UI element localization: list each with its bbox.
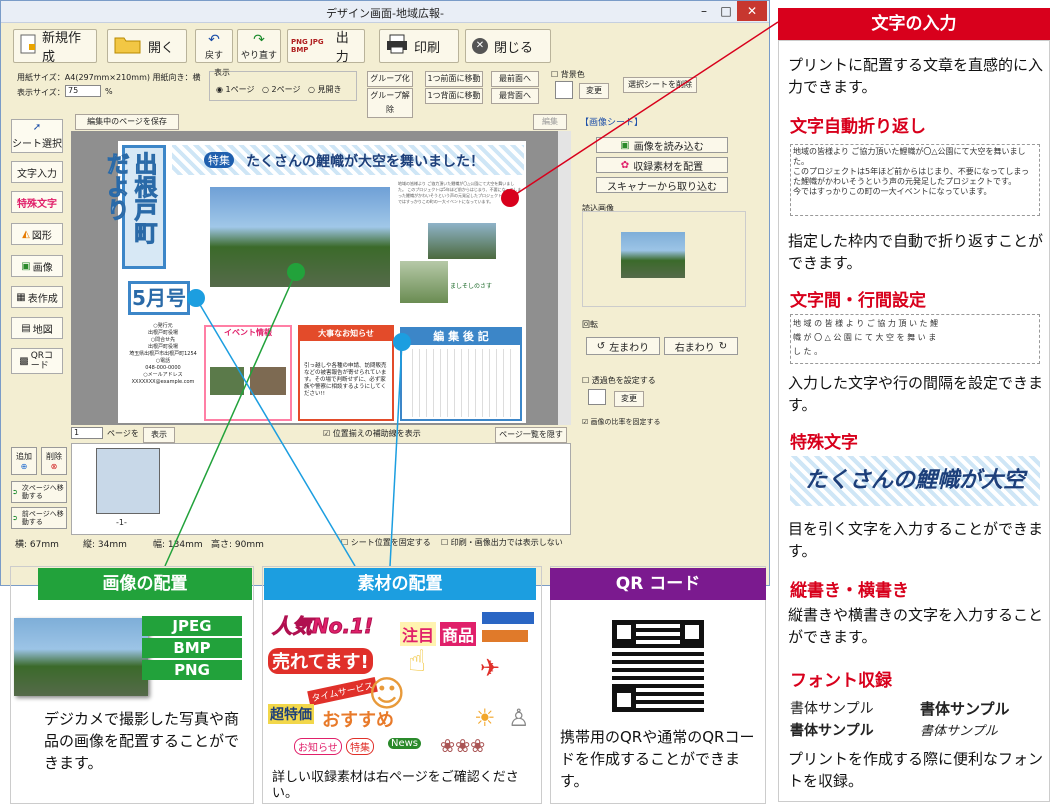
special-sample: たくさんの鯉幟が大空: [790, 456, 1040, 506]
red-connector: [509, 21, 779, 199]
red-marker: [501, 189, 519, 207]
sun-icon: ☀: [474, 704, 496, 732]
airplane-icon: ✈: [480, 654, 501, 682]
wrap-header: 文字自動折り返し: [790, 117, 926, 137]
png-label: PNG: [142, 660, 242, 680]
tooth-icon: ♙: [508, 704, 530, 732]
material-word-4: 売れてます!: [268, 648, 373, 674]
material-body: 詳しい収録素材は右ページをご確認ください。: [272, 770, 519, 801]
spacing-header: 文字間・行間設定: [790, 291, 926, 311]
spacing-body: 入力した文字や行の間隔を設定できます。: [788, 374, 1044, 414]
material-collage: 人気No.1! 注目 商品 売れてます! ☝ ✈ タイムサービス ☺ 超特価 お…: [268, 604, 538, 768]
text-input-body: プリントに配置する文章を直感的に入力できます。: [788, 56, 1044, 96]
spacing-sample: 地 域 の 皆 様 よ り ご 協 力 頂 い た 鯉 幟 が 〇 △ 公 園 …: [790, 314, 1040, 364]
font-sample-1: 書体サンプル: [790, 701, 874, 717]
font-sample-4: 書体サンプル: [920, 724, 998, 739]
blue-marker-2: [393, 333, 411, 351]
qr-code-icon: [612, 620, 704, 712]
carp-streamer-2: [482, 630, 528, 642]
material-word-6: おすすめ: [322, 710, 394, 731]
font-body: プリントを作成する際に便利なフォントを収録。: [788, 750, 1044, 790]
green-connector: [164, 271, 297, 567]
material-word-1: 人気No.1!: [271, 614, 374, 639]
qr-finder-1: [612, 620, 636, 644]
material-header: 素材の配置: [264, 568, 536, 600]
material-word-9: 特集: [346, 738, 374, 755]
material-word-8: お知らせ: [294, 738, 342, 755]
wrap-sample: 地域の皆様より ご協力頂いた鯉幟が〇△公園にて大空を舞いました。 このプロジェク…: [790, 144, 1040, 216]
image-header: 画像の配置: [38, 568, 252, 600]
material-word-5: 超特価: [268, 704, 314, 724]
carp-streamer-1: [482, 612, 534, 624]
material-word-3: 商品: [440, 622, 477, 646]
qr-finder-3: [612, 688, 636, 712]
animals-icon: ❀❀❀: [440, 736, 486, 757]
vertical-header: 縦書き・横書き: [790, 581, 909, 601]
blue-marker-1: [187, 289, 205, 307]
pointing-hand-icon: ☝: [408, 644, 427, 679]
image-body: デジカメで撮影した写真や商品の画像を配置することができます。: [44, 710, 240, 772]
font-sample-3: 書体サンプル: [790, 723, 874, 739]
special-body: 目を引く文字を入力することができます。: [788, 520, 1044, 560]
jpeg-label: JPEG: [142, 616, 242, 636]
blue-connector-1: [195, 297, 356, 567]
qr-body: 携帯用のQRや通常のQRコードを作成することができます。: [560, 728, 755, 790]
material-word-10: News: [388, 738, 422, 749]
special-header: 特殊文字: [790, 433, 858, 453]
font-sample-2: 書体サンプル: [920, 700, 1010, 718]
qr-header: QR コード: [550, 568, 766, 600]
wrap-body: 指定した枠内で自動で折り返すことができます。: [788, 232, 1044, 272]
qr-finder-2: [680, 620, 704, 644]
material-word-2: 注目: [400, 622, 437, 646]
blue-connector-2: [389, 341, 403, 567]
green-marker: [287, 263, 305, 281]
sample-photo: [14, 618, 148, 696]
text-input-header: 文字の入力: [778, 8, 1050, 40]
bmp-label: BMP: [142, 638, 242, 658]
vertical-body: 縦書きや横書きの文字を入力することができます。: [788, 606, 1044, 646]
font-header: フォント収録: [790, 671, 892, 691]
